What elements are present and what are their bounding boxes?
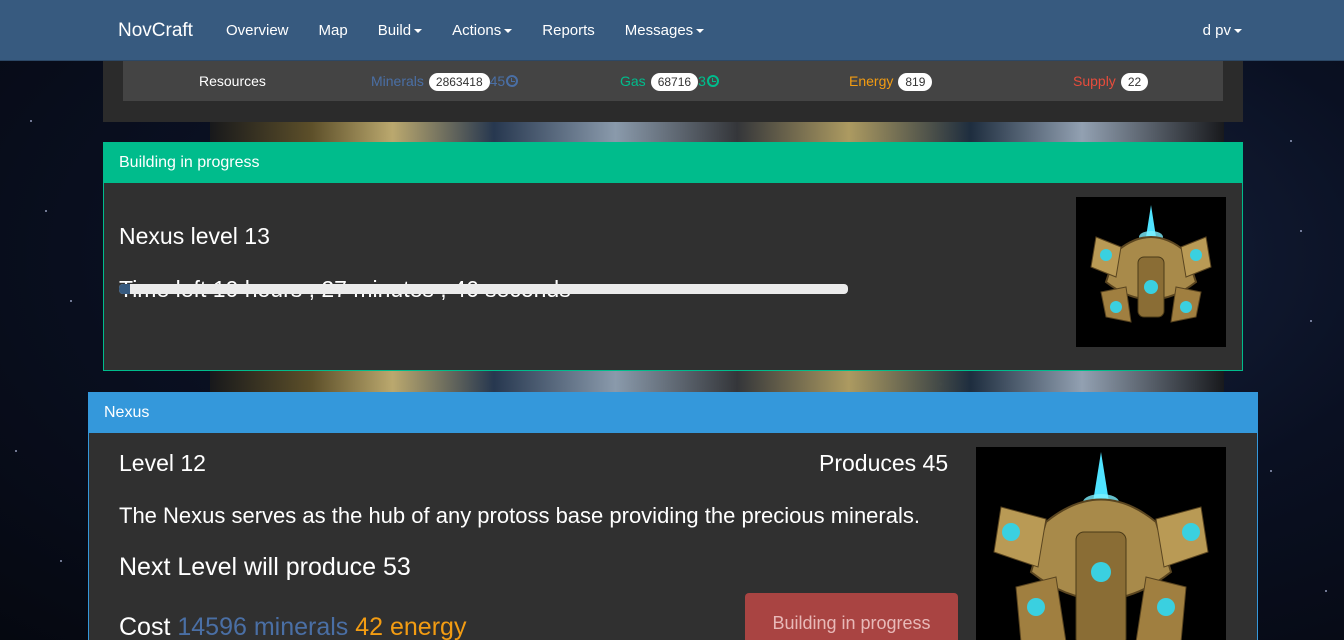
construction-panel-heading: Building in progress [104,143,1242,183]
construction-building-name: Nexus level 13 [119,223,270,249]
minerals-label: Minerals [371,73,424,89]
supply-resource: Supply 22 [1073,73,1149,91]
navbar: NovCraft Overview Map Build Actions Repo… [0,0,1344,61]
building-description: The Nexus serves as the hub of any proto… [119,503,920,528]
nav-label: Map [318,22,348,39]
brand-link[interactable]: NovCraft [118,20,193,42]
nav-label: Reports [542,22,595,39]
construction-progress-bar [119,284,848,294]
nexus-building-image-large [976,447,1226,640]
building-in-progress-button[interactable]: Building in progress [745,593,958,640]
nav-label: Messages [624,22,694,39]
caret-down-icon [414,29,423,34]
gas-label: Gas [620,73,646,89]
caret-down-icon [504,29,513,34]
construction-progress-fill [119,284,130,294]
gas-rate: 3 [698,73,706,89]
background-ship-art [210,371,1224,392]
caret-down-icon [1234,29,1242,34]
nexus-building-image [1076,197,1226,347]
building-info-panel: Nexus Level 12 Produces 45 The Nexus ser… [88,392,1258,640]
minerals-resource: Minerals 2863418 45 [371,73,519,91]
resources-title: Resources [199,73,266,89]
user-menu-dropdown[interactable]: d pv [1203,22,1242,39]
user-name: d pv [1202,22,1231,39]
cost-energy: 42 energy [355,613,467,640]
minerals-rate: 45 [489,73,506,89]
nav-label: Actions [452,22,502,39]
nav-menu: Overview Map Build Actions Reports Messa… [226,22,734,39]
resources-bar: Resources Minerals 2863418 45 Gas 68716 3 En… [123,61,1223,101]
cost-minerals: 14596 minerals [177,613,349,640]
nav-overview[interactable]: Overview [226,22,289,39]
minerals-badge: 2863418 [428,73,490,91]
resources-panel: Resources Minerals 2863418 45 Gas 68716 3 En… [103,61,1243,122]
nav-messages-dropdown[interactable]: Messages [624,22,705,39]
caret-down-icon [696,29,705,34]
building-produces: Produces 45 [819,450,949,476]
building-next-level: Next Level will produce 53 [119,553,411,581]
background-ship-art [210,122,1224,142]
nav-label: Build [377,22,412,39]
building-level: Level 12 [119,450,206,476]
building-panel-heading: Nexus [89,393,1257,433]
building-cost: Cost 14596 minerals 42 energy [119,613,466,640]
supply-label: Supply [1073,73,1116,89]
nav-label: Overview [226,22,289,39]
clock-icon [506,75,519,87]
supply-badge: 22 [1120,73,1149,91]
energy-resource: Energy 819 [849,73,933,91]
energy-label: Energy [849,73,894,89]
nav-actions-dropdown[interactable]: Actions [452,22,513,39]
gas-resource: Gas 68716 3 [620,73,719,91]
construction-panel: Building in progress Nexus level 13 Time… [103,142,1243,371]
gas-badge: 68716 [650,73,699,91]
nav-build-dropdown[interactable]: Build [377,22,423,39]
cost-label: Cost [119,613,171,640]
energy-badge: 819 [898,73,933,91]
nav-map[interactable]: Map [319,22,348,39]
clock-icon [706,75,719,87]
nav-reports[interactable]: Reports [542,22,595,39]
